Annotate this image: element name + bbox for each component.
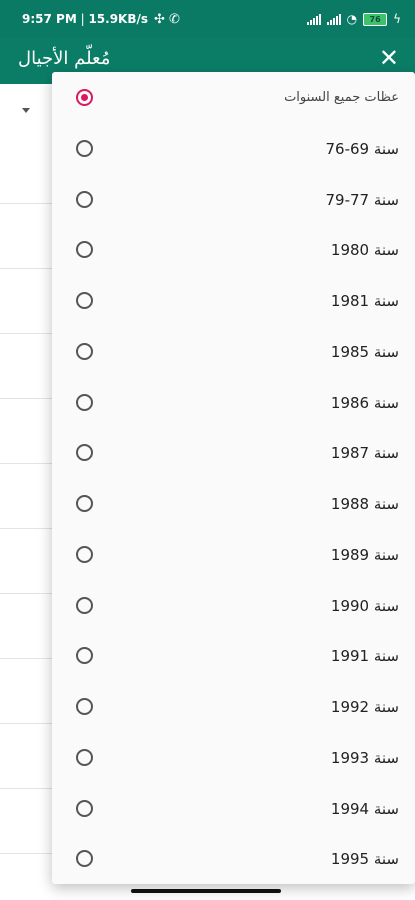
radio-unchecked-icon[interactable] (76, 800, 93, 817)
divider (0, 723, 60, 724)
radio-unchecked-icon[interactable] (76, 292, 93, 309)
menu-option-all-years[interactable]: عظات جميع السنوات (52, 72, 415, 123)
radio-checked-icon[interactable] (76, 89, 93, 106)
divider (0, 268, 60, 269)
status-separator: | (76, 12, 89, 26)
menu-option[interactable]: سنة 1990 (52, 580, 415, 631)
option-label: سنة 77-79 (325, 190, 399, 209)
option-label: سنة 1980 (330, 240, 399, 259)
radio-unchecked-icon[interactable] (76, 444, 93, 461)
divider (0, 853, 60, 854)
divider (0, 333, 60, 334)
radio-unchecked-icon[interactable] (76, 850, 93, 867)
signal-icon (306, 13, 321, 25)
menu-option[interactable]: سنة 1981 (52, 275, 415, 326)
radio-unchecked-icon[interactable] (76, 140, 93, 157)
option-label: سنة 1989 (330, 545, 399, 564)
charging-icon: ϟ (393, 12, 401, 26)
status-time: 9:57 PM (22, 12, 77, 26)
option-label: سنة 1992 (330, 697, 399, 716)
app-title: مُعلّم الأجيال (18, 48, 111, 69)
option-label: سنة 1981 (330, 291, 399, 310)
radio-unchecked-icon[interactable] (76, 749, 93, 766)
option-label: سنة 1991 (330, 646, 399, 665)
menu-option[interactable]: سنة 1985 (52, 326, 415, 377)
menu-option[interactable]: سنة 1993 (52, 732, 415, 783)
radio-unchecked-icon[interactable] (76, 191, 93, 208)
notification-icons: ✣ ✆ (154, 11, 180, 27)
menu-option[interactable]: سنة 1992 (52, 681, 415, 732)
divider (0, 463, 60, 464)
menu-option[interactable]: سنة 1991 (52, 630, 415, 681)
divider (0, 788, 60, 789)
menu-option[interactable]: سنة 1989 (52, 529, 415, 580)
radio-unchecked-icon[interactable] (76, 698, 93, 715)
menu-option[interactable]: سنة 1994 (52, 783, 415, 834)
option-label: سنة 1990 (330, 596, 399, 615)
radio-unchecked-icon[interactable] (76, 647, 93, 664)
option-label: سنة 1994 (330, 799, 399, 818)
divider (0, 528, 60, 529)
option-label: سنة 69-76 (325, 139, 399, 158)
menu-option[interactable]: سنة 1987 (52, 427, 415, 478)
radio-unchecked-icon[interactable] (76, 241, 93, 258)
menu-option[interactable]: سنة 1988 (52, 478, 415, 529)
menu-option[interactable]: سنة 77-79 (52, 174, 415, 225)
dropdown-arrow-icon[interactable] (22, 108, 30, 113)
radio-unchecked-icon[interactable] (76, 495, 93, 512)
divider (0, 658, 60, 659)
menu-option[interactable]: سنة 1995 (52, 833, 415, 884)
divider (0, 203, 60, 204)
divider (0, 593, 60, 594)
radio-unchecked-icon[interactable] (76, 546, 93, 563)
radio-unchecked-icon[interactable] (76, 343, 93, 360)
option-label: عظات جميع السنوات (284, 90, 399, 105)
option-label: سنة 1986 (330, 393, 399, 412)
status-bar: 9:57 PM | 15.9KB/s ✣ ✆ ◔ 76 ϟ (0, 0, 415, 38)
option-label: سنة 1995 (330, 849, 399, 868)
wifi-icon: ◔ (346, 12, 358, 26)
menu-option[interactable]: سنة 1980 (52, 224, 415, 275)
year-filter-menu: عظات جميع السنوات سنة 69-76 سنة 77-79 سن… (52, 72, 415, 884)
status-right: ◔ 76 ϟ (306, 12, 401, 26)
signal-icon-2 (326, 13, 341, 25)
option-label: سنة 1988 (330, 494, 399, 513)
radio-unchecked-icon[interactable] (76, 394, 93, 411)
option-label: سنة 1987 (330, 443, 399, 462)
option-label: سنة 1985 (330, 342, 399, 361)
battery-icon: 76 (363, 12, 388, 26)
option-label: سنة 1993 (330, 748, 399, 767)
divider (0, 398, 60, 399)
radio-unchecked-icon[interactable] (76, 597, 93, 614)
menu-option[interactable]: سنة 69-76 (52, 123, 415, 174)
status-speed: 15.9KB/s (88, 12, 149, 26)
battery-level: 76 (369, 14, 381, 24)
menu-option[interactable]: سنة 1986 (52, 377, 415, 428)
gesture-nav-bar[interactable] (131, 889, 281, 893)
close-icon[interactable]: ✕ (379, 46, 399, 70)
